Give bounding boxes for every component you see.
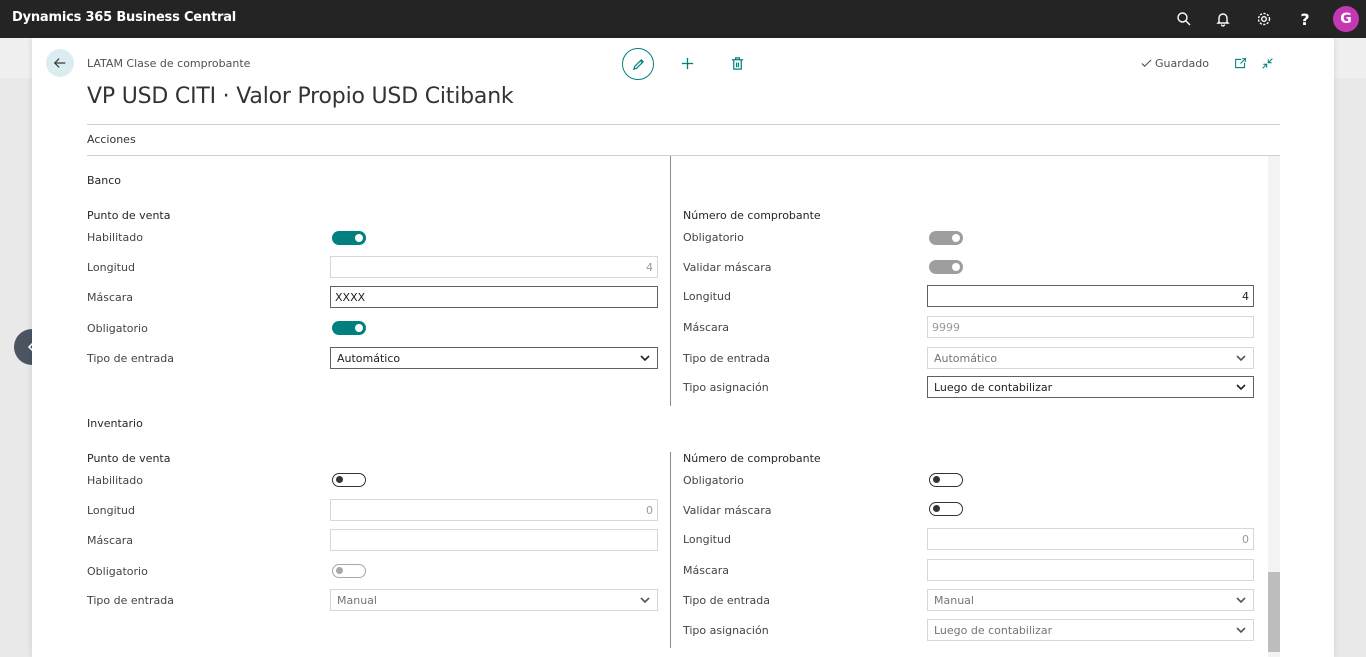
obligatorio-toggle[interactable]	[332, 321, 366, 335]
field-label: Máscara	[87, 534, 134, 547]
section-inventario[interactable]: Inventario	[87, 417, 143, 430]
tipo-entrada-select[interactable]: Automático	[927, 347, 1254, 369]
column-divider	[670, 156, 671, 406]
plus-icon	[681, 57, 693, 69]
select-value: Luego de contabilizar	[934, 380, 1053, 394]
longitud-field[interactable]: 0	[927, 528, 1254, 550]
mascara-field[interactable]: 9999	[927, 316, 1254, 338]
column-divider	[670, 452, 671, 648]
avatar[interactable]: G	[1333, 6, 1359, 32]
collapse-button[interactable]	[1258, 54, 1276, 72]
back-button[interactable]	[46, 49, 74, 77]
validar-mascara-toggle[interactable]	[929, 260, 963, 274]
field-label: Obligatorio	[683, 231, 744, 244]
edit-button[interactable]	[622, 48, 654, 80]
open-new-window-icon	[1234, 57, 1246, 68]
field-label: Tipo asignación	[683, 381, 769, 394]
group-title-punto-venta: Punto de venta	[87, 452, 171, 465]
longitud-field[interactable]: 4	[330, 256, 658, 278]
chevron-down-icon	[1236, 627, 1246, 634]
select-value: Manual	[337, 593, 377, 607]
app-title: Dynamics 365 Business Central	[12, 10, 237, 25]
bell-icon[interactable]	[1213, 9, 1233, 29]
field-label: Longitud	[683, 533, 731, 546]
open-new-window-button[interactable]	[1231, 54, 1249, 72]
group-title-numero-comprobante: Número de comprobante	[683, 452, 821, 465]
field-label: Habilitado	[87, 231, 143, 244]
arrow-left-icon	[53, 58, 66, 68]
chevron-down-icon	[640, 355, 650, 362]
mascara-field[interactable]: XXXX	[330, 286, 658, 308]
field-label: Tipo de entrada	[683, 594, 770, 607]
chevron-down-icon	[1236, 597, 1246, 604]
gear-icon[interactable]	[1254, 9, 1274, 29]
section-banco[interactable]: Banco	[87, 174, 121, 187]
tipo-asignacion-select[interactable]: Luego de contabilizar	[927, 619, 1254, 641]
obligatorio-toggle[interactable]	[332, 564, 366, 578]
chevron-down-icon	[640, 597, 650, 604]
field-label: Longitud	[87, 261, 135, 274]
select-value: Luego de contabilizar	[934, 623, 1053, 637]
field-label: Tipo de entrada	[683, 352, 770, 365]
chevron-down-icon	[1236, 384, 1246, 391]
divider	[87, 124, 1280, 125]
field-label: Máscara	[683, 321, 730, 334]
field-label: Máscara	[87, 291, 134, 304]
new-button[interactable]	[678, 54, 696, 72]
chevron-down-icon	[1236, 355, 1246, 362]
group-title-numero-comprobante: Número de comprobante	[683, 209, 821, 222]
checkmark-icon	[1141, 59, 1152, 68]
habilitado-toggle[interactable]	[332, 231, 366, 245]
divider	[87, 155, 1280, 156]
field-label: Obligatorio	[683, 474, 744, 487]
field-label: Obligatorio	[87, 322, 148, 335]
saved-label: Guardado	[1155, 57, 1210, 70]
field-label: Máscara	[683, 564, 730, 577]
validar-mascara-toggle[interactable]	[929, 502, 963, 516]
pencil-icon	[632, 58, 644, 70]
trash-icon	[731, 56, 743, 70]
record-card: LATAM Clase de comprobante VP USD CITI ·…	[32, 38, 1334, 657]
delete-button[interactable]	[728, 54, 746, 72]
page-caption: LATAM Clase de comprobante	[87, 57, 251, 70]
page-title: VP USD CITI · Valor Propio USD Citibank	[87, 84, 514, 109]
tipo-entrada-select[interactable]: Manual	[927, 589, 1254, 611]
select-value: Automático	[337, 351, 401, 365]
field-label: Longitud	[683, 290, 731, 303]
field-label: Obligatorio	[87, 565, 148, 578]
actions-menu[interactable]: Acciones	[87, 133, 136, 146]
saved-status: Guardado	[1141, 57, 1209, 70]
field-label: Validar máscara	[683, 504, 772, 517]
mascara-field[interactable]	[927, 559, 1254, 581]
scrollbar-thumb[interactable]	[1268, 572, 1280, 652]
tipo-entrada-select[interactable]: Automático	[330, 347, 658, 369]
select-value: Manual	[934, 593, 974, 607]
obligatorio-toggle[interactable]	[929, 473, 963, 487]
tipo-entrada-select[interactable]: Manual	[330, 589, 658, 611]
obligatorio-toggle[interactable]	[929, 231, 963, 245]
longitud-field[interactable]: 4	[927, 285, 1254, 307]
group-title-punto-venta: Punto de venta	[87, 209, 171, 222]
help-icon[interactable]: ?	[1295, 9, 1315, 29]
longitud-field[interactable]: 0	[330, 499, 658, 521]
top-bar: Dynamics 365 Business Central ? G	[0, 0, 1366, 38]
tipo-asignacion-select[interactable]: Luego de contabilizar	[927, 376, 1254, 398]
field-label: Habilitado	[87, 474, 143, 487]
field-label: Longitud	[87, 504, 135, 517]
field-label: Validar máscara	[683, 261, 772, 274]
field-label: Tipo asignación	[683, 624, 769, 637]
field-label: Tipo de entrada	[87, 352, 174, 365]
select-value: Automático	[934, 351, 998, 365]
field-label: Tipo de entrada	[87, 594, 174, 607]
mascara-field[interactable]	[330, 529, 658, 551]
habilitado-toggle[interactable]	[332, 473, 366, 487]
search-icon[interactable]	[1174, 9, 1194, 29]
collapse-icon	[1261, 57, 1273, 69]
